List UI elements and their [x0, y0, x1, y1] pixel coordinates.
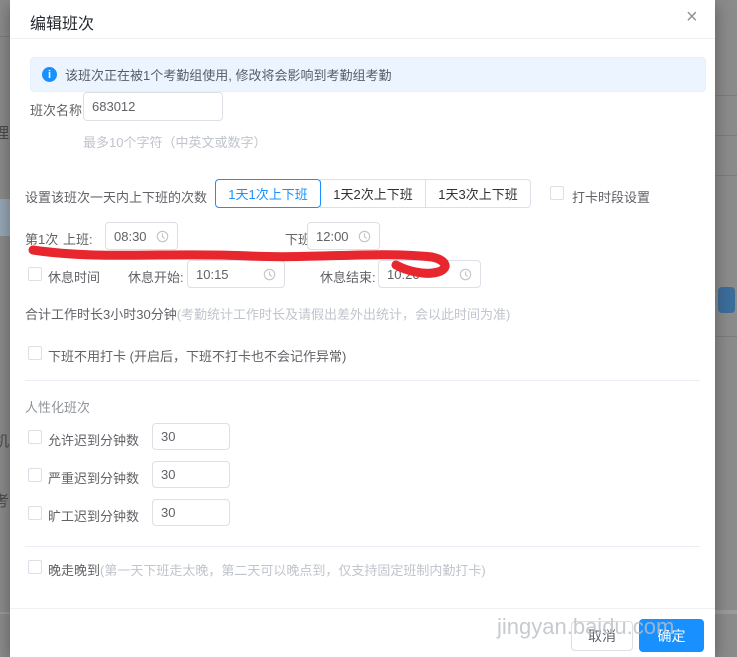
rest-end-time-picker[interactable]: 10:26 [378, 260, 481, 288]
clock-icon [358, 230, 371, 243]
total-duration-text: 合计工作时长3小时30分钟(考勤统计工作时长及请假出差外出统计，会以此时间为准) [25, 304, 510, 323]
off-duty-time-picker[interactable]: 12:00 [307, 222, 380, 250]
clock-icon [263, 268, 276, 281]
background-page-left-edge: 理 机 考 [0, 0, 10, 657]
info-icon: i [42, 67, 57, 82]
close-icon[interactable]: × [686, 7, 698, 27]
clock-icon [459, 268, 472, 281]
serious-late-minutes-input[interactable] [152, 461, 230, 488]
allow-late-checkbox[interactable] [28, 430, 42, 444]
background-page-right-edge [715, 0, 737, 657]
header-divider [10, 38, 715, 39]
tab-1-per-day[interactable]: 1天1次上下班 [215, 179, 321, 208]
late-leave-label: 晚走晚到(第一天下班走太晚，第二天可以晚点到，仅支持固定班制内勤打卡) [48, 560, 486, 579]
punch-period-label: 打卡时段设置 [572, 187, 650, 206]
edit-shift-dialog: 编辑班次 × i 该班次正在被1个考勤组使用, 修改将会影响到考勤组考勤 班次名… [10, 0, 715, 657]
section-divider [25, 380, 700, 381]
shift-ordinal: 第1次 [25, 229, 58, 248]
clock-icon [156, 230, 169, 243]
late-leave-checkbox[interactable] [28, 560, 42, 574]
punch-count-label: 设置该班次一天内上下班的次数 [25, 187, 207, 206]
shift-name-hint: 最多10个字符（中英文或数字） [83, 132, 266, 151]
absent-late-label: 旷工迟到分钟数 [48, 506, 139, 525]
usage-warning-banner: i 该班次正在被1个考勤组使用, 修改将会影响到考勤组考勤 [30, 57, 706, 92]
rest-start-label: 休息开始: [128, 267, 184, 286]
usage-warning-text: 该班次正在被1个考勤组使用, 修改将会影响到考勤组考勤 [65, 65, 391, 84]
humanized-section-title: 人性化班次 [25, 397, 90, 416]
punch-period-checkbox[interactable] [550, 186, 564, 200]
no-punch-off-checkbox[interactable] [28, 346, 42, 360]
background-menu-glyph: 考 [0, 490, 9, 511]
rest-time-label: 休息时间 [48, 267, 100, 286]
tab-2-per-day[interactable]: 1天2次上下班 [320, 179, 426, 208]
dialog-title: 编辑班次 [30, 10, 94, 34]
tab-3-per-day[interactable]: 1天3次上下班 [425, 179, 531, 208]
rest-start-time-picker[interactable]: 10:15 [187, 260, 285, 288]
serious-late-label: 严重迟到分钟数 [48, 468, 139, 487]
rest-time-checkbox[interactable] [28, 267, 42, 281]
background-menu-glyph: 机 [0, 430, 9, 451]
absent-late-minutes-input[interactable] [152, 499, 230, 526]
section-divider [25, 546, 700, 547]
footer-divider [10, 608, 715, 609]
on-duty-label: 上班: [63, 229, 93, 248]
no-punch-off-label: 下班不用打卡 (开启后，下班不打卡也不会记作异常) [48, 346, 346, 365]
rest-end-label: 休息结束: [320, 267, 376, 286]
shift-name-label: 班次名称 [30, 100, 82, 119]
absent-late-checkbox[interactable] [28, 506, 42, 520]
cancel-button[interactable]: 取消 [571, 621, 633, 651]
shift-name-input[interactable] [83, 92, 223, 121]
allow-late-label: 允许迟到分钟数 [48, 430, 139, 449]
punch-count-tab-group: 1天1次上下班 1天2次上下班 1天3次上下班 [215, 179, 531, 208]
total-duration-note: (考勤统计工作时长及请假出差外出统计，会以此时间为准) [177, 307, 511, 322]
background-menu-glyph: 理 [0, 122, 9, 143]
confirm-button[interactable]: 确定 [639, 619, 704, 652]
background-blue-button [718, 287, 735, 313]
late-leave-note: (第一天下班走太晚，第二天可以晚点到，仅支持固定班制内勤打卡) [100, 563, 486, 578]
serious-late-checkbox[interactable] [28, 468, 42, 482]
allow-late-minutes-input[interactable] [152, 423, 230, 450]
on-duty-time-picker[interactable]: 08:30 [105, 222, 178, 250]
